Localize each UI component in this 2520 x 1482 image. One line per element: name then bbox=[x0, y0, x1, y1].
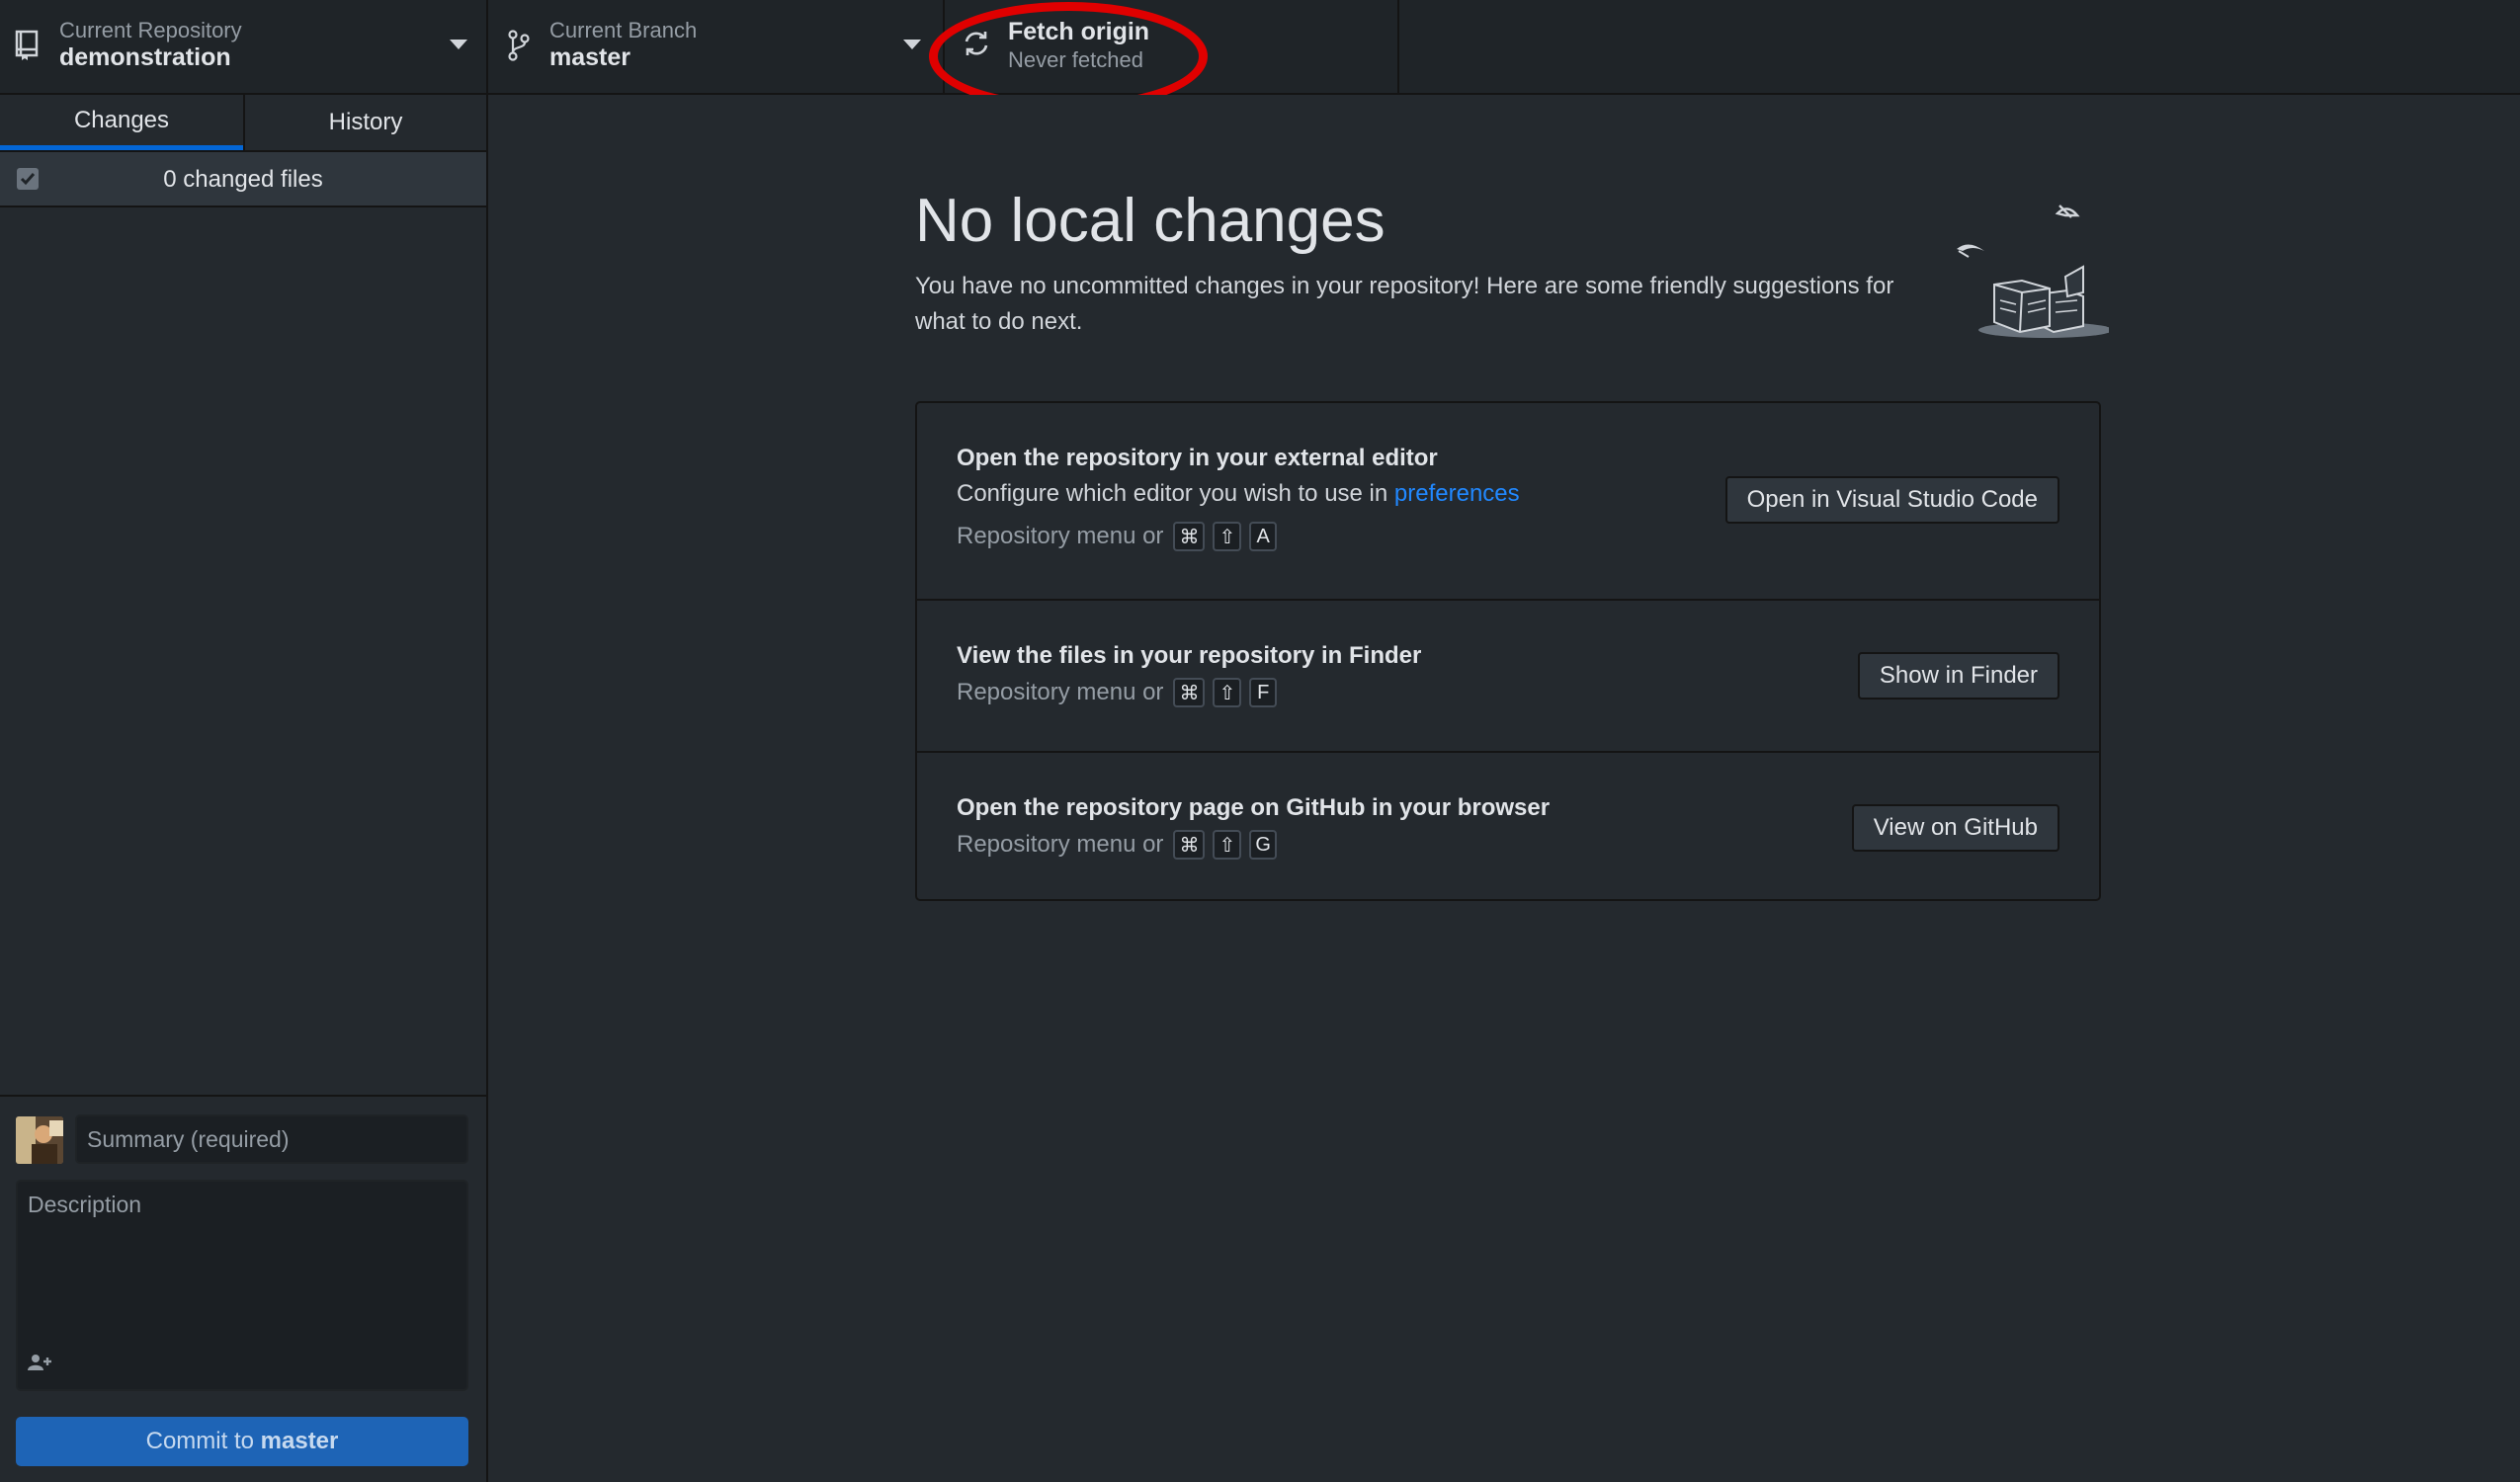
suggestion-open-editor: Open the repository in your external edi… bbox=[917, 403, 2099, 599]
suggestion-title: Open the repository page on GitHub in yo… bbox=[957, 794, 1551, 821]
description-input[interactable] bbox=[16, 1180, 468, 1391]
command-key: ⌘ bbox=[1173, 830, 1206, 860]
changed-files-count: 0 changed files bbox=[163, 166, 323, 193]
fetch-origin-button[interactable]: Fetch origin Never fetched bbox=[945, 0, 1399, 93]
branch-label: Current Branch bbox=[549, 18, 698, 42]
letter-key: G bbox=[1249, 830, 1278, 860]
open-in-editor-button[interactable]: Open in Visual Studio Code bbox=[1724, 476, 2059, 524]
shift-key: ⇧ bbox=[1213, 522, 1242, 551]
avatar bbox=[16, 1116, 63, 1164]
fetch-status: Never fetched bbox=[1008, 47, 1143, 72]
changes-header: 0 changed files bbox=[0, 152, 486, 207]
sidebar: Changes History 0 changed files Summary … bbox=[0, 95, 488, 1482]
repository-name: demonstration bbox=[59, 43, 231, 71]
suggestion-title: Open the repository in your external edi… bbox=[957, 445, 1438, 471]
shift-key: ⇧ bbox=[1213, 678, 1242, 707]
preferences-link[interactable]: preferences bbox=[1394, 480, 1520, 507]
view-on-github-button[interactable]: View on GitHub bbox=[1851, 804, 2059, 852]
branch-selector[interactable]: Current Branch master bbox=[488, 0, 945, 93]
chevron-down-icon bbox=[450, 40, 467, 49]
page-title: No local changes bbox=[915, 187, 1386, 255]
tab-history[interactable]: History bbox=[243, 95, 486, 150]
command-key: ⌘ bbox=[1173, 522, 1206, 551]
shift-key: ⇧ bbox=[1213, 830, 1242, 860]
keyboard-shortcut: Repository menu or ⌘ ⇧ G bbox=[957, 830, 1278, 860]
fetch-label: Fetch origin bbox=[1008, 18, 1150, 45]
suggestion-view-on-github: Open the repository page on GitHub in yo… bbox=[917, 753, 2099, 899]
repo-icon bbox=[15, 30, 39, 60]
suggestion-description-text: Configure which editor you wish to use i… bbox=[957, 480, 1388, 507]
tab-bar: Changes History bbox=[0, 95, 486, 152]
shortcut-prefix: Repository menu or bbox=[957, 679, 1164, 705]
commit-button[interactable]: Commit to master bbox=[16, 1417, 468, 1466]
suggestion-title: View the files in your repository in Fin… bbox=[957, 642, 1422, 669]
show-in-finder-button[interactable]: Show in Finder bbox=[1857, 652, 2059, 700]
repository-selector[interactable]: Current Repository demonstration bbox=[0, 0, 488, 93]
empty-state-illustration bbox=[1957, 205, 2109, 338]
add-coauthor-icon[interactable] bbox=[28, 1354, 53, 1371]
chevron-down-icon bbox=[903, 40, 921, 49]
letter-key: F bbox=[1249, 678, 1278, 707]
tab-changes[interactable]: Changes bbox=[0, 95, 243, 150]
main-content: No local changes You have no uncommitted… bbox=[488, 95, 2520, 1482]
repository-label: Current Repository bbox=[59, 18, 242, 42]
suggestion-show-in-finder: View the files in your repository in Fin… bbox=[917, 601, 2099, 751]
keyboard-shortcut: Repository menu or ⌘ ⇧ A bbox=[957, 522, 1278, 551]
letter-key: A bbox=[1249, 522, 1278, 551]
command-key: ⌘ bbox=[1173, 678, 1206, 707]
git-branch-icon bbox=[508, 30, 530, 61]
commit-panel: Commit to master bbox=[0, 1095, 486, 1482]
commit-button-prefix: Commit to bbox=[145, 1428, 254, 1454]
suggestions-card: Open the repository in your external edi… bbox=[915, 401, 2101, 901]
sync-icon bbox=[965, 32, 988, 55]
page-subtitle: You have no uncommitted changes in your … bbox=[915, 273, 1894, 335]
shortcut-prefix: Repository menu or bbox=[957, 523, 1164, 549]
commit-button-branch: master bbox=[260, 1428, 339, 1454]
keyboard-shortcut: Repository menu or ⌘ ⇧ F bbox=[957, 678, 1278, 707]
suggestion-description: Configure which editor you wish to use i… bbox=[957, 480, 1520, 508]
toolbar: Current Repository demonstration Current… bbox=[0, 0, 2520, 95]
shortcut-prefix: Repository menu or bbox=[957, 831, 1164, 858]
summary-input[interactable] bbox=[75, 1114, 468, 1164]
branch-name: master bbox=[549, 43, 630, 71]
